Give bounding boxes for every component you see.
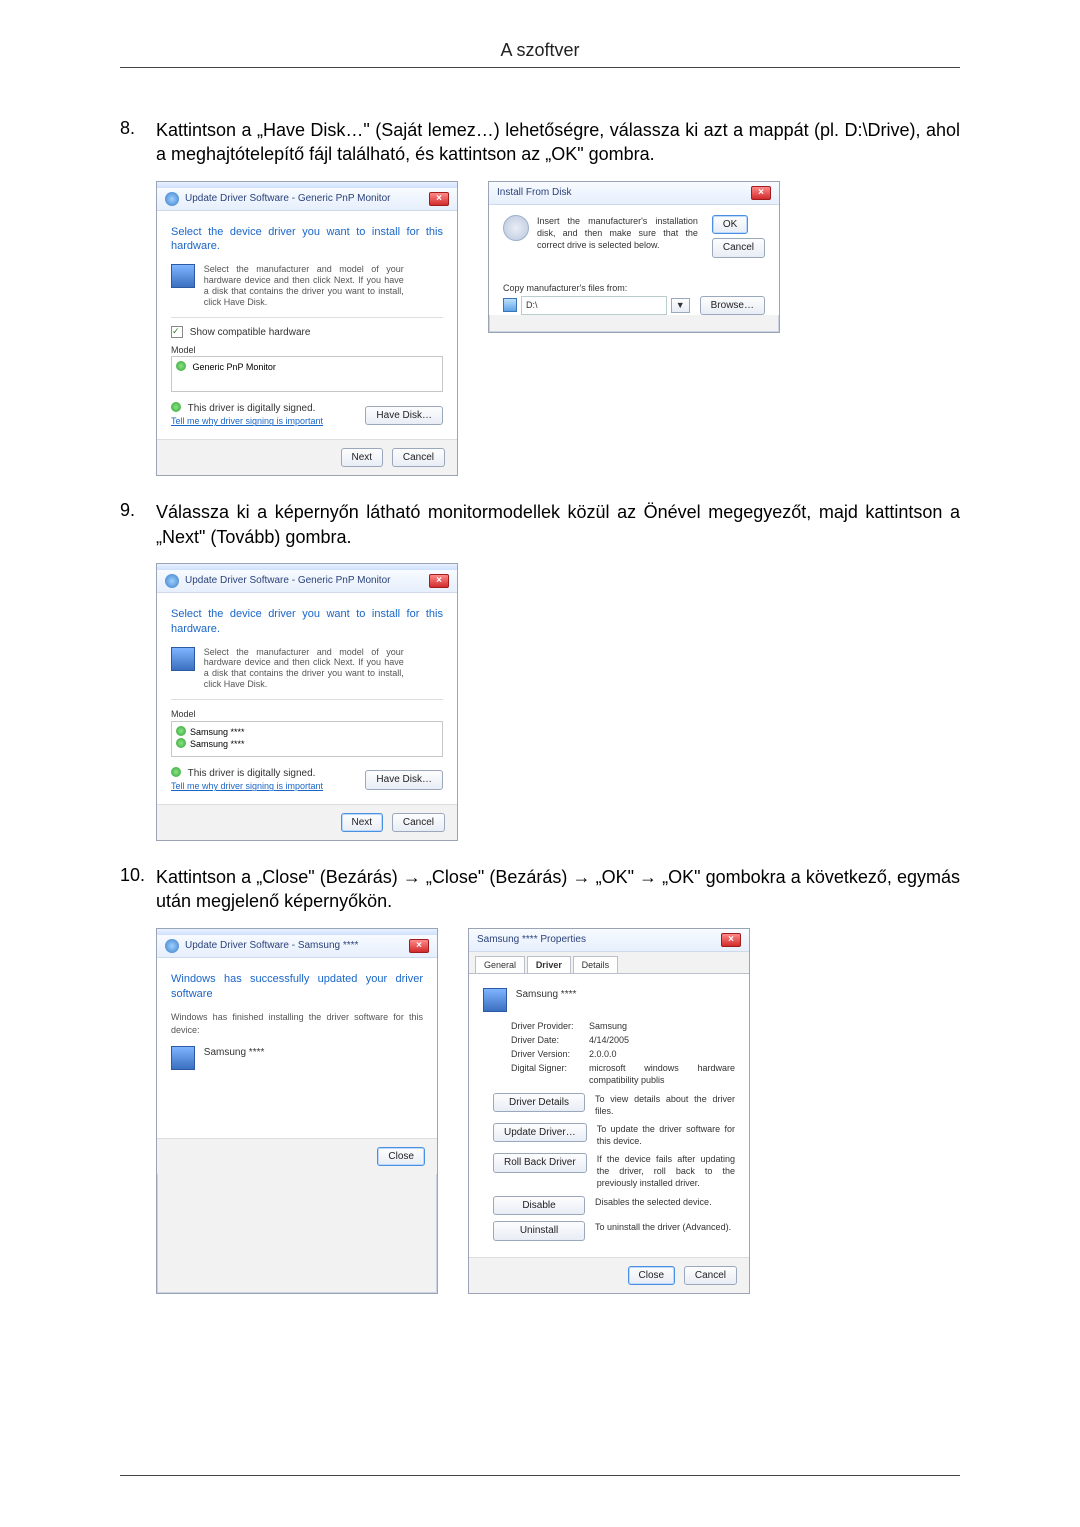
page-header: A szoftver [120, 40, 960, 68]
dialog-hint: Select the manufacturer and model of you… [204, 264, 404, 307]
dialog-title: Install From Disk [497, 186, 751, 200]
drive-icon [503, 298, 517, 312]
rollback-driver-button[interactable]: Roll Back Driver [493, 1153, 587, 1173]
driver-details-button[interactable]: Driver Details [493, 1093, 585, 1113]
dialog-hint: Select the manufacturer and model of you… [204, 647, 404, 690]
dialog-subtext: Windows has finished installing the driv… [171, 1011, 423, 1035]
dialog-title: Update Driver Software - Generic PnP Mon… [185, 574, 429, 588]
cancel-button[interactable]: Cancel [684, 1266, 737, 1286]
uninstall-button[interactable]: Uninstall [493, 1221, 585, 1241]
signing-link[interactable]: Tell me why driver signing is important [171, 781, 323, 791]
cancel-button[interactable]: Cancel [392, 813, 445, 833]
screenshot-update-driver-samsung: Update Driver Software - Generic PnP Mon… [156, 563, 458, 841]
signed-icon [171, 402, 181, 412]
device-icon [171, 264, 195, 288]
disable-button[interactable]: Disable [493, 1196, 585, 1216]
close-icon[interactable]: × [429, 574, 449, 588]
model-listbox[interactable]: Samsung **** Samsung **** [171, 721, 443, 757]
back-icon [165, 574, 179, 588]
page-title: A szoftver [500, 40, 579, 60]
kv-value: Samsung [589, 1020, 735, 1032]
model-label: Model [171, 344, 443, 356]
monitor-icon [176, 726, 186, 736]
signed-text: This driver is digitally signed. [188, 403, 316, 414]
copy-from-label: Copy manufacturer's files from: [503, 282, 765, 294]
path-dropdown[interactable]: ▼ [671, 298, 690, 312]
device-icon [171, 647, 195, 671]
cancel-button[interactable]: Cancel [712, 238, 765, 258]
model-item: Samsung **** [190, 739, 245, 749]
close-icon[interactable]: × [721, 933, 741, 947]
step-number-8: 8. [120, 118, 156, 476]
signed-text: This driver is digitally signed. [188, 768, 316, 779]
close-icon[interactable]: × [429, 192, 449, 206]
tab-driver[interactable]: Driver [527, 956, 571, 973]
show-compatible-checkbox[interactable] [171, 326, 183, 338]
dialog-heading: Windows has successfully updated your dr… [171, 972, 423, 1002]
close-button[interactable]: Close [377, 1147, 425, 1167]
path-field[interactable]: D:\ [521, 296, 667, 314]
btn-desc: If the device fails after updating the d… [597, 1153, 735, 1189]
disk-icon [503, 215, 529, 241]
next-button[interactable]: Next [341, 448, 384, 468]
kv-key: Digital Signer: [511, 1062, 589, 1086]
btn-desc: To view details about the driver files. [595, 1093, 735, 1117]
screenshot-device-properties: Samsung **** Properties × General Driver… [468, 928, 750, 1294]
model-label: Model [171, 708, 443, 720]
device-name: Samsung **** [516, 989, 577, 1000]
dialog-heading: Select the device driver you want to ins… [171, 225, 443, 255]
cancel-button[interactable]: Cancel [392, 448, 445, 468]
ok-button[interactable]: OK [712, 215, 748, 235]
page-footer-rule [120, 1475, 960, 1477]
btn-desc: Disables the selected device. [595, 1196, 735, 1208]
browse-button[interactable]: Browse… [700, 296, 765, 316]
close-icon[interactable]: × [409, 939, 429, 953]
screenshot-update-success: Update Driver Software - Samsung **** × … [156, 928, 438, 1294]
btn-desc: To uninstall the driver (Advanced). [595, 1221, 735, 1233]
device-icon [483, 988, 507, 1012]
ifd-message: Insert the manufacturer's installation d… [537, 215, 698, 251]
tab-general[interactable]: General [475, 956, 525, 973]
model-item: Generic PnP Monitor [193, 362, 276, 372]
btn-desc: To update the driver software for this d… [597, 1123, 735, 1147]
tab-details[interactable]: Details [573, 956, 619, 973]
back-icon [165, 192, 179, 206]
close-icon[interactable]: × [751, 186, 771, 200]
dialog-title: Update Driver Software - Samsung **** [185, 939, 409, 953]
model-item: Samsung **** [190, 727, 245, 737]
monitor-icon [176, 361, 186, 371]
next-button[interactable]: Next [341, 813, 384, 833]
screenshot-update-driver-generic: Update Driver Software - Generic PnP Mon… [156, 181, 458, 477]
model-listbox[interactable]: Generic PnP Monitor [171, 356, 443, 392]
kv-key: Driver Date: [511, 1034, 589, 1046]
monitor-icon [176, 738, 186, 748]
have-disk-button[interactable]: Have Disk… [365, 770, 443, 790]
kv-value: microsoft windows hardware compatibility… [589, 1062, 735, 1086]
step-text-10: Kattintson a „Close" (Bezárás) → „Close"… [156, 865, 960, 914]
kv-value: 2.0.0.0 [589, 1048, 735, 1060]
step-text-8: Kattintson a „Have Disk…" (Saját lemez…)… [156, 118, 960, 167]
device-name: Samsung **** [204, 1047, 265, 1058]
kv-key: Driver Version: [511, 1048, 589, 1060]
step-number-10: 10. [120, 865, 156, 1294]
signing-link[interactable]: Tell me why driver signing is important [171, 416, 323, 426]
update-driver-button[interactable]: Update Driver… [493, 1123, 587, 1143]
dialog-title: Samsung **** Properties [477, 933, 721, 947]
dialog-heading: Select the device driver you want to ins… [171, 607, 443, 637]
device-icon [171, 1046, 195, 1070]
kv-key: Driver Provider: [511, 1020, 589, 1032]
close-button[interactable]: Close [628, 1266, 676, 1286]
step-text-9: Válassza ki a képernyőn látható monitorm… [156, 500, 960, 549]
have-disk-button[interactable]: Have Disk… [365, 406, 443, 426]
step-number-9: 9. [120, 500, 156, 841]
show-compatible-label: Show compatible hardware [190, 327, 311, 338]
back-icon [165, 939, 179, 953]
kv-value: 4/14/2005 [589, 1034, 735, 1046]
signed-icon [171, 767, 181, 777]
dialog-title: Update Driver Software - Generic PnP Mon… [185, 192, 429, 206]
screenshot-install-from-disk: Install From Disk × Insert the manufactu… [488, 181, 780, 333]
